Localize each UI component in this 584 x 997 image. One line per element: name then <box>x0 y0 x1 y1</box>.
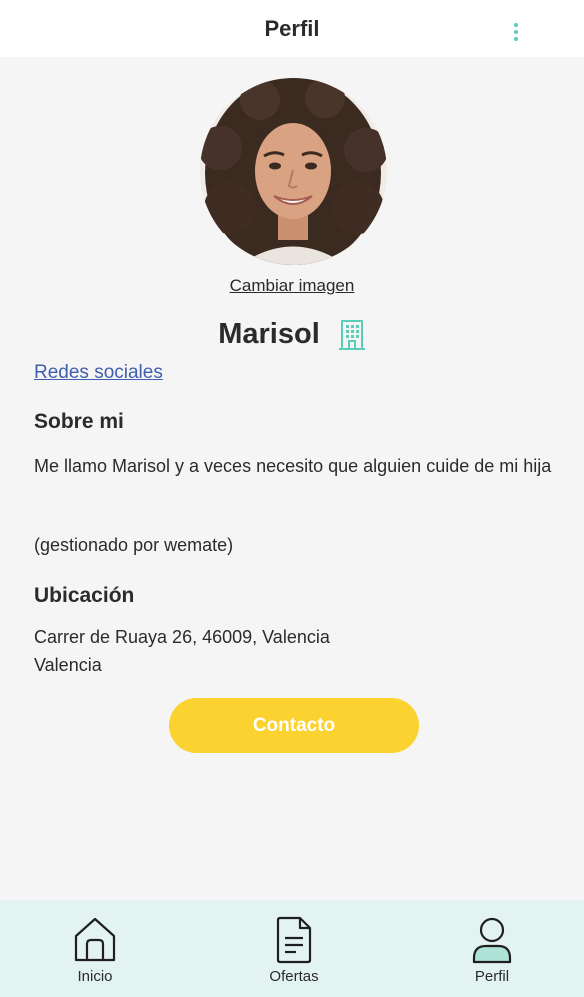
address: Carrer de Ruaya 26, 46009, Valencia Vale… <box>34 623 330 679</box>
change-image-link[interactable]: Cambiar imagen <box>0 276 584 296</box>
user-icon <box>472 917 512 964</box>
document-icon <box>276 916 312 964</box>
building-icon <box>338 319 365 350</box>
name-row: Marisol <box>0 318 584 351</box>
nav-label-profile: Perfil <box>474 968 510 985</box>
address-city: Valencia <box>34 655 102 675</box>
nav-label-home: Inicio <box>77 968 113 985</box>
avatar-image <box>200 78 387 265</box>
about-heading: Sobre mi <box>34 410 124 433</box>
nav-item-profile[interactable]: Perfil <box>432 900 552 997</box>
home-icon <box>74 917 116 962</box>
nav-label-offers: Ofertas <box>269 968 319 985</box>
nav-item-home[interactable]: Inicio <box>35 900 155 997</box>
bottom-navigation: Inicio Ofertas Perfil <box>0 900 584 997</box>
top-bar: Perfil <box>0 0 584 57</box>
kebab-menu-icon[interactable] <box>504 20 528 44</box>
managed-note: (gestionado por wemate) <box>34 535 234 555</box>
avatar <box>200 78 387 265</box>
contact-button[interactable]: Contacto <box>169 698 419 753</box>
page-title: Perfil <box>264 15 320 41</box>
location-heading: Ubicación <box>34 584 135 607</box>
profile-name: Marisol <box>218 318 320 350</box>
address-line: Carrer de Ruaya 26, 46009, Valencia <box>34 627 330 647</box>
social-networks-link[interactable]: Redes sociales <box>34 362 163 384</box>
nav-item-offers[interactable]: Ofertas <box>234 900 354 997</box>
about-text: Me llamo Marisol y a veces necesito que … <box>34 456 552 476</box>
